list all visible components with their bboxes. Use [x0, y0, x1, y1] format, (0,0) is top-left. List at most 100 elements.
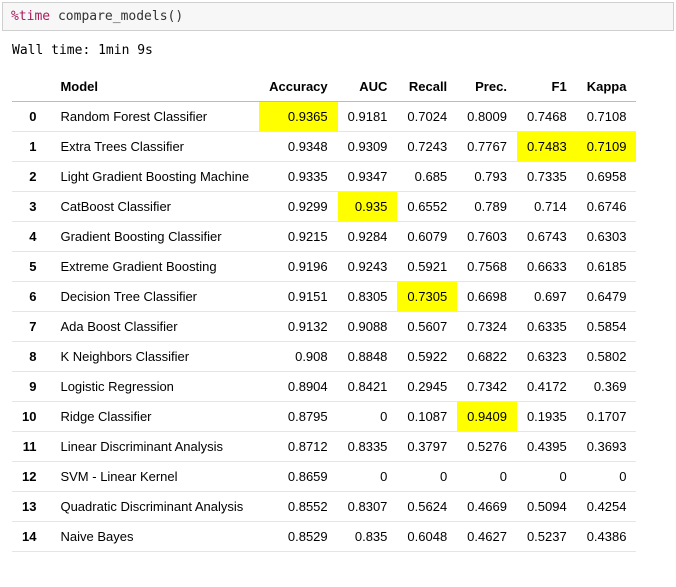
metric-cell: 0.9151 — [259, 282, 338, 312]
table-row: 11Linear Discriminant Analysis0.87120.83… — [12, 432, 636, 462]
header-row: Model Accuracy AUC Recall Prec. F1 Kappa — [12, 72, 636, 102]
metric-cell: 0.8305 — [338, 282, 398, 312]
metric-cell: 0.9181 — [338, 102, 398, 132]
metric-cell: 0.7342 — [457, 372, 517, 402]
metric-cell: 0.3797 — [397, 432, 457, 462]
metric-cell: 0.6552 — [397, 192, 457, 222]
table-row: 14Naive Bayes0.85290.8350.60480.46270.52… — [12, 522, 636, 552]
metric-cell: 0.789 — [457, 192, 517, 222]
metric-cell: 0.6303 — [577, 222, 637, 252]
code-parens: () — [168, 9, 184, 24]
table-row: 8K Neighbors Classifier0.9080.88480.5922… — [12, 342, 636, 372]
metric-cell: 0.7024 — [397, 102, 457, 132]
metric-cell: 0.685 — [397, 162, 457, 192]
metric-cell: 0.3693 — [577, 432, 637, 462]
row-index: 11 — [12, 432, 50, 462]
metric-cell: 0.7603 — [457, 222, 517, 252]
table-row: 6Decision Tree Classifier0.91510.83050.7… — [12, 282, 636, 312]
metric-cell: 0.5607 — [397, 312, 457, 342]
metric-cell: 0.2945 — [397, 372, 457, 402]
header-auc: AUC — [338, 72, 398, 102]
metric-cell: 0 — [338, 462, 398, 492]
model-name: Light Gradient Boosting Machine — [50, 162, 259, 192]
metric-cell: 0.4395 — [517, 432, 577, 462]
metric-cell: 0.8009 — [457, 102, 517, 132]
header-f1: F1 — [517, 72, 577, 102]
metric-cell: 0 — [457, 462, 517, 492]
table-row: 7Ada Boost Classifier0.91320.90880.56070… — [12, 312, 636, 342]
results-table: Model Accuracy AUC Recall Prec. F1 Kappa… — [12, 72, 636, 552]
metric-cell: 0.4254 — [577, 492, 637, 522]
metric-cell: 0.8795 — [259, 402, 338, 432]
table-row: 10Ridge Classifier0.879500.10870.94090.1… — [12, 402, 636, 432]
header-prec: Prec. — [457, 72, 517, 102]
metric-cell: 0.1087 — [397, 402, 457, 432]
row-index: 1 — [12, 132, 50, 162]
metric-cell: 0.908 — [259, 342, 338, 372]
code-cell[interactable]: %time compare_models() — [2, 2, 674, 31]
header-recall: Recall — [397, 72, 457, 102]
metric-cell: 0.7324 — [457, 312, 517, 342]
metric-cell: 0.8421 — [338, 372, 398, 402]
metric-cell: 0.7335 — [517, 162, 577, 192]
wall-time-output: Wall time: 1min 9s — [0, 33, 676, 62]
metric-cell: 0.9196 — [259, 252, 338, 282]
metric-cell: 0.9284 — [338, 222, 398, 252]
metric-cell: 0.8712 — [259, 432, 338, 462]
metric-cell: 0.4669 — [457, 492, 517, 522]
metric-cell: 0.697 — [517, 282, 577, 312]
metric-cell: 0 — [517, 462, 577, 492]
model-name: Ridge Classifier — [50, 402, 259, 432]
metric-cell: 0.5237 — [517, 522, 577, 552]
metric-cell: 0.7305 — [397, 282, 457, 312]
header-kappa: Kappa — [577, 72, 637, 102]
metric-cell: 0.9299 — [259, 192, 338, 222]
metric-cell: 0.4386 — [577, 522, 637, 552]
table-row: 1Extra Trees Classifier0.93480.93090.724… — [12, 132, 636, 162]
metric-cell: 0.8529 — [259, 522, 338, 552]
header-model: Model — [50, 72, 259, 102]
table-row: 2Light Gradient Boosting Machine0.93350.… — [12, 162, 636, 192]
metric-cell: 0.9243 — [338, 252, 398, 282]
model-name: Naive Bayes — [50, 522, 259, 552]
table-row: 5Extreme Gradient Boosting0.91960.92430.… — [12, 252, 636, 282]
metric-cell: 0.7109 — [577, 132, 637, 162]
metric-cell: 0.4172 — [517, 372, 577, 402]
metric-cell: 0.7767 — [457, 132, 517, 162]
row-index: 6 — [12, 282, 50, 312]
header-index — [12, 72, 50, 102]
row-index: 12 — [12, 462, 50, 492]
metric-cell: 0.9347 — [338, 162, 398, 192]
table-row: 9Logistic Regression0.89040.84210.29450.… — [12, 372, 636, 402]
metric-cell: 0.8307 — [338, 492, 398, 522]
code-func: compare_models — [58, 9, 168, 24]
metric-cell: 0.6743 — [517, 222, 577, 252]
metric-cell: 0.369 — [577, 372, 637, 402]
metric-cell: 0.6335 — [517, 312, 577, 342]
metric-cell: 0.7108 — [577, 102, 637, 132]
results-body: 0Random Forest Classifier0.93650.91810.7… — [12, 102, 636, 552]
header-accuracy: Accuracy — [259, 72, 338, 102]
metric-cell: 0.9409 — [457, 402, 517, 432]
metric-cell: 0.5854 — [577, 312, 637, 342]
metric-cell: 0.6079 — [397, 222, 457, 252]
metric-cell: 0.6958 — [577, 162, 637, 192]
metric-cell: 0 — [397, 462, 457, 492]
model-name: Linear Discriminant Analysis — [50, 432, 259, 462]
metric-cell: 0.5922 — [397, 342, 457, 372]
metric-cell: 0.9088 — [338, 312, 398, 342]
metric-cell: 0.5921 — [397, 252, 457, 282]
metric-cell: 0.835 — [338, 522, 398, 552]
metric-cell: 0.8552 — [259, 492, 338, 522]
row-index: 5 — [12, 252, 50, 282]
metric-cell: 0 — [577, 462, 637, 492]
model-name: Random Forest Classifier — [50, 102, 259, 132]
row-index: 8 — [12, 342, 50, 372]
metric-cell: 0.6048 — [397, 522, 457, 552]
metric-cell: 0.714 — [517, 192, 577, 222]
metric-cell: 0.793 — [457, 162, 517, 192]
table-row: 4Gradient Boosting Classifier0.92150.928… — [12, 222, 636, 252]
code-magic: %time — [11, 9, 50, 24]
metric-cell: 0.6323 — [517, 342, 577, 372]
metric-cell: 0.935 — [338, 192, 398, 222]
